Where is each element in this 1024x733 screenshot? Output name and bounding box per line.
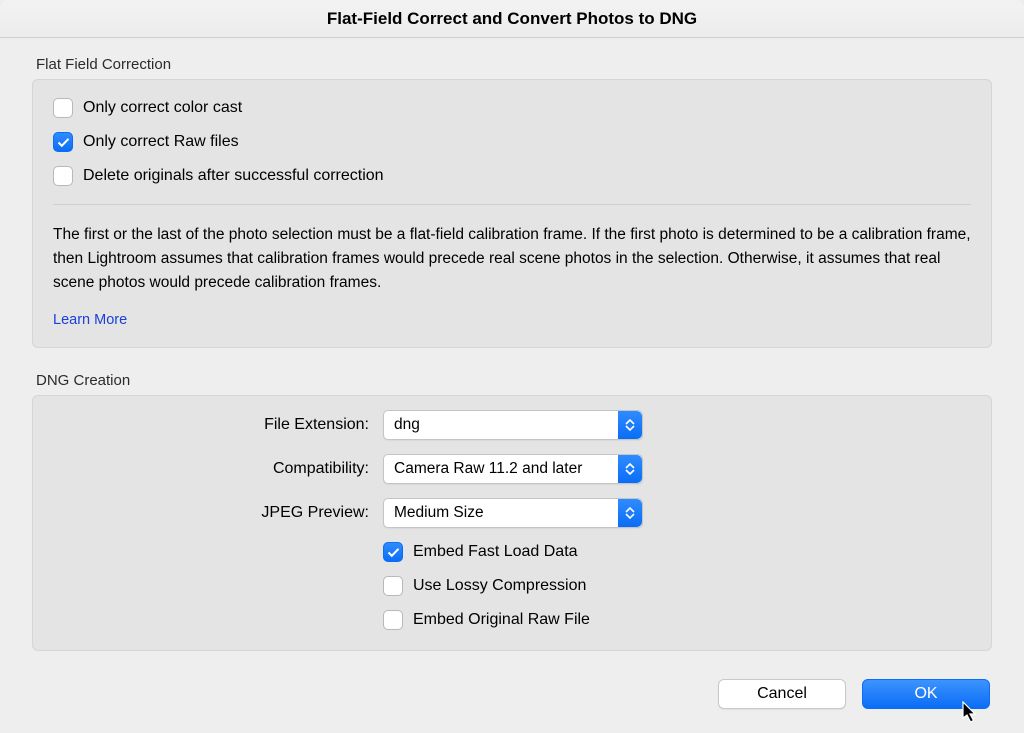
delete-originals-label: Delete originals after successful correc… — [83, 167, 384, 185]
embed-fast-load-checkbox[interactable] — [383, 542, 403, 562]
button-bar: Cancel OK — [718, 679, 990, 709]
compatibility-label: Compatibility: — [53, 460, 383, 478]
jpeg-preview-label: JPEG Preview: — [53, 504, 383, 522]
window-title: Flat-Field Correct and Convert Photos to… — [0, 0, 1024, 38]
only-raw-checkbox[interactable] — [53, 132, 73, 152]
updown-icon — [618, 411, 642, 439]
compatibility-select[interactable]: Camera Raw 11.2 and later — [383, 454, 643, 484]
file-extension-label: File Extension: — [53, 416, 383, 434]
updown-icon — [618, 499, 642, 527]
ok-button[interactable]: OK — [862, 679, 990, 709]
use-lossy-label: Use Lossy Compression — [413, 577, 586, 595]
only-color-cast-checkbox[interactable] — [53, 98, 73, 118]
only-color-cast-label: Only correct color cast — [83, 99, 242, 117]
learn-more-link[interactable]: Learn More — [53, 312, 127, 328]
embed-original-label: Embed Original Raw File — [413, 611, 590, 629]
compatibility-value: Camera Raw 11.2 and later — [394, 460, 582, 478]
dng-creation-group: File Extension: dng Compatibility: Camer… — [32, 395, 992, 651]
use-lossy-checkbox[interactable] — [383, 576, 403, 596]
only-raw-label: Only correct Raw files — [83, 133, 239, 151]
jpeg-preview-value: Medium Size — [394, 504, 484, 522]
file-extension-value: dng — [394, 416, 420, 434]
delete-originals-checkbox[interactable] — [53, 166, 73, 186]
flat-field-group: Only correct color cast Only correct Raw… — [32, 79, 992, 348]
cancel-button[interactable]: Cancel — [718, 679, 846, 709]
divider — [53, 204, 971, 205]
dng-creation-label: DNG Creation — [36, 372, 992, 389]
updown-icon — [618, 455, 642, 483]
file-extension-select[interactable]: dng — [383, 410, 643, 440]
flat-field-info-text: The first or the last of the photo selec… — [53, 223, 971, 295]
flat-field-label: Flat Field Correction — [36, 56, 992, 73]
jpeg-preview-select[interactable]: Medium Size — [383, 498, 643, 528]
embed-original-checkbox[interactable] — [383, 610, 403, 630]
embed-fast-load-label: Embed Fast Load Data — [413, 543, 578, 561]
